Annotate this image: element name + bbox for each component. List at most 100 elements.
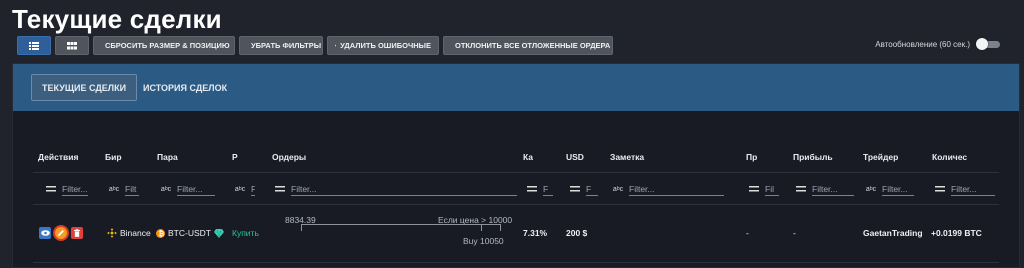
order-condition-tick [481,225,482,231]
filter-orders-input[interactable] [291,182,517,196]
svg-text:₿: ₿ [158,230,164,237]
column-header-pr[interactable]: Пр [746,152,766,162]
filter-profit [796,180,854,198]
filter-side: abc [235,180,255,198]
column-header-exchange[interactable]: Бир [105,152,135,162]
pair-cell: ₿ BTC-USDT [156,228,224,238]
pair-name: BTC-USDT [168,228,211,238]
order-start-tick [301,225,302,231]
filter-exchange: abc [109,180,139,198]
delete-errors-button[interactable]: Удалить ошибочные [327,36,439,55]
quantity-cell: +0.0199 BTC [931,228,982,238]
table-header: Действия Бир Пара Р Ордеры Ка USD Заметк… [13,152,1019,164]
toolbar: Сбросить размер & позицию Убрать фильтры… [17,36,613,55]
column-header-side[interactable]: Р [232,152,252,162]
delete-errors-label: Удалить ошибочные [340,41,431,50]
grid-view-button[interactable] [55,36,89,55]
text-filter-icon: abc [108,185,120,193]
toggle-knob [976,38,988,50]
clear-filters-button[interactable]: Убрать фильтры [239,36,323,55]
filter-row: abc abc abc [13,180,1019,198]
page-title: Текущие сделки [12,4,222,34]
filter-quantity-input[interactable] [951,182,995,196]
list-icon [29,41,39,50]
auto-refresh-label: Автообновление (60 сек.) [875,39,970,49]
order-progress-bar [301,224,501,231]
equals-icon [527,184,537,194]
column-header-profit[interactable]: Прибыль [793,152,843,162]
auto-refresh: Автообновление (60 сек.) [875,38,1000,50]
text-filter-icon: abc [160,185,172,193]
usd-cell: 200 $ [566,228,588,238]
trades-panel: Текущие сделки История сделок Действия Б… [12,63,1020,268]
equals-icon [749,184,759,194]
equals-icon [570,184,580,194]
order-buy-target: Buy 10050 [463,236,504,246]
filter-usd-input[interactable] [586,182,598,196]
side-cell: Купить [232,228,259,238]
tab-current-trades[interactable]: Текущие сделки [31,74,138,101]
filter-orders [275,180,517,198]
filter-trader: abc [866,180,914,198]
list-view-button[interactable] [17,36,51,55]
column-header-ka[interactable]: Ка [523,152,543,162]
bitcoin-icon: ₿ [156,228,165,238]
filter-actions [46,180,88,198]
reject-pending-orders-label: Отклонить все отложенные ордера [455,41,611,50]
ka-cell: 7.31% [523,228,548,238]
text-filter-icon: abc [612,185,624,193]
filter-actions-input[interactable] [62,182,88,196]
column-header-usd[interactable]: USD [566,152,596,162]
column-header-trader[interactable]: Трейдер [863,152,913,162]
divider [33,172,999,173]
clear-filters-label: Убрать фильтры [251,41,322,50]
table-row[interactable]: Binance ₿ BTC-USDT Купить 8834.39 Если ц… [13,209,1019,259]
text-filter-icon: abc [865,185,877,193]
filter-exchange-input[interactable] [125,182,139,196]
binance-icon [107,228,117,238]
filter-usd [570,180,598,198]
eye-icon [40,230,50,236]
auto-refresh-toggle[interactable] [976,38,1000,50]
filter-profit-input[interactable] [812,182,854,196]
equals-icon [46,184,56,194]
filter-pr-input[interactable] [765,182,779,196]
filter-pair-input[interactable] [177,182,215,196]
exchange-name: Binance [120,228,151,238]
tab-trade-history[interactable]: История сделок [133,74,237,101]
trash-icon [335,44,337,47]
column-header-quantity[interactable]: Количес [932,152,982,162]
filter-ka-input[interactable] [543,182,553,196]
profit-cell: - [793,228,796,238]
column-header-note[interactable]: Заметка [610,152,670,162]
reject-pending-orders-button[interactable]: Отклонить все отложенные ордера [443,36,613,55]
delete-button[interactable] [71,227,83,239]
equals-icon [935,184,945,194]
filter-quantity [935,180,995,198]
column-header-actions[interactable]: Действия [38,152,98,162]
edit-button[interactable] [55,227,67,239]
grid-icon [67,41,77,49]
reset-size-position-button[interactable]: Сбросить размер & позицию [93,36,235,55]
column-header-orders[interactable]: Ордеры [272,152,322,162]
filter-pair: abc [161,180,215,198]
reset-size-position-label: Сбросить размер & позицию [105,41,230,50]
exchange-cell: Binance [107,228,151,238]
filter-side-input[interactable] [251,182,255,196]
equals-icon [275,184,285,194]
divider [33,204,999,205]
trader-cell: GaetanTrading [863,228,923,238]
filter-pr [749,180,779,198]
filter-note-input[interactable] [629,182,724,196]
order-end-tick [500,225,501,231]
view-button[interactable] [39,227,51,239]
filter-note: abc [613,180,724,198]
text-filter-icon: abc [234,185,246,193]
filter-trader-input[interactable] [882,182,914,196]
trash-icon [74,229,80,237]
equals-icon [796,184,806,194]
column-header-pair[interactable]: Пара [157,152,197,162]
filter-ka [527,180,553,198]
actions-cell [39,227,83,239]
tabs-bar: Текущие сделки История сделок [13,64,1019,111]
